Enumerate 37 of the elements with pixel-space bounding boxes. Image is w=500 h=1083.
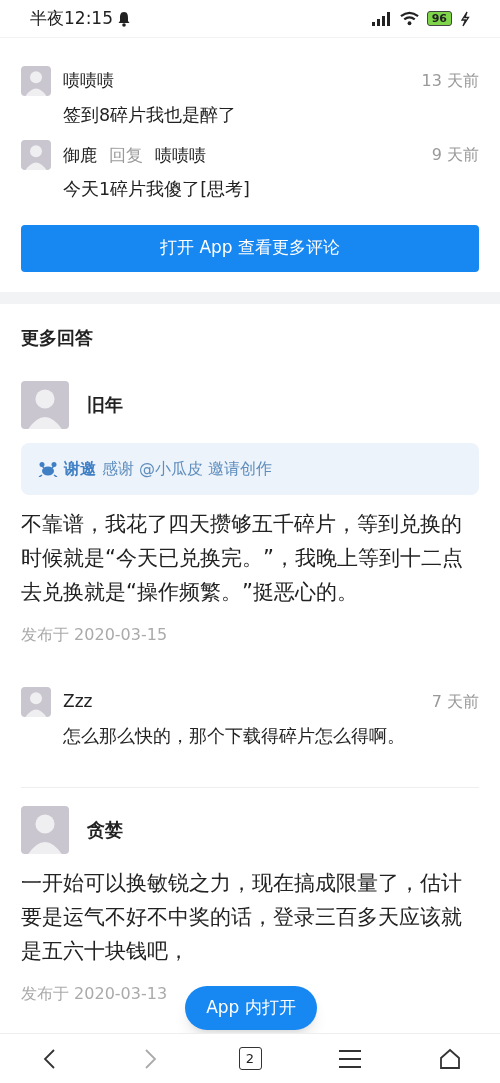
- avatar: [21, 140, 51, 171]
- wifi-icon: [399, 11, 419, 26]
- signal-icon: [371, 11, 392, 26]
- tabs-button[interactable]: 2: [238, 1047, 262, 1070]
- user-name[interactable]: 啧啧啧: [155, 142, 206, 168]
- avatar: [21, 380, 69, 429]
- publish-date: 发布于 2020-03-15: [21, 623, 168, 646]
- user-name[interactable]: 御鹿: [63, 142, 97, 168]
- comment-text: 怎么那么快的，那个下载得碎片怎么得啊。: [63, 724, 406, 748]
- invite-label: 谢邀: [64, 457, 96, 480]
- answer-text: 一开始可以换敏锐之力，现在搞成限量了，估计要是运气不好不中奖的话，登录三百多天应该就是五六十块钱吧，: [21, 868, 463, 965]
- avatar: [21, 805, 69, 854]
- open-in-app-button[interactable]: App 内打开: [185, 986, 317, 1030]
- reply-label: 回复: [109, 143, 143, 167]
- publish-date: 发布于 2020-03-13: [21, 982, 168, 1005]
- answer-text: 不靠谱，我花了四天攒够五千碎片，等到兑换的时候就是“今天已兑换完。”，我晚上等到十二点去兑换就是“操作频繁。”挺恶心的。: [21, 509, 464, 606]
- avatar: [21, 66, 51, 96]
- menu-icon[interactable]: [339, 1047, 361, 1070]
- invite-text: 感谢 @小瓜皮 邀请创作: [102, 457, 273, 480]
- battery-indicator: 96: [426, 11, 452, 26]
- section-title: 更多回答: [21, 325, 94, 350]
- home-icon[interactable]: [439, 1047, 461, 1070]
- more-comments-button[interactable]: 打开 App 查看更多评论: [21, 224, 479, 272]
- user-name[interactable]: 旧年: [87, 391, 123, 418]
- comment-text: 签到8碎片我也是醉了: [63, 104, 238, 127]
- charging-icon: [460, 10, 470, 27]
- bell-icon: [117, 10, 131, 27]
- comment-text: 今天1碎片我傻了[思考]: [63, 178, 251, 202]
- comment-time: 13 天前: [421, 70, 479, 92]
- user-name[interactable]: Zzz: [63, 688, 93, 715]
- user-name[interactable]: 啧啧啧: [63, 68, 114, 94]
- crab-icon: [38, 460, 58, 477]
- comment-time: 9 天前: [431, 144, 479, 167]
- avatar: [21, 686, 51, 717]
- status-time: 半夜12:15: [30, 6, 113, 30]
- comment-time: 7 天前: [431, 690, 479, 713]
- user-name[interactable]: 贪婪: [87, 816, 123, 844]
